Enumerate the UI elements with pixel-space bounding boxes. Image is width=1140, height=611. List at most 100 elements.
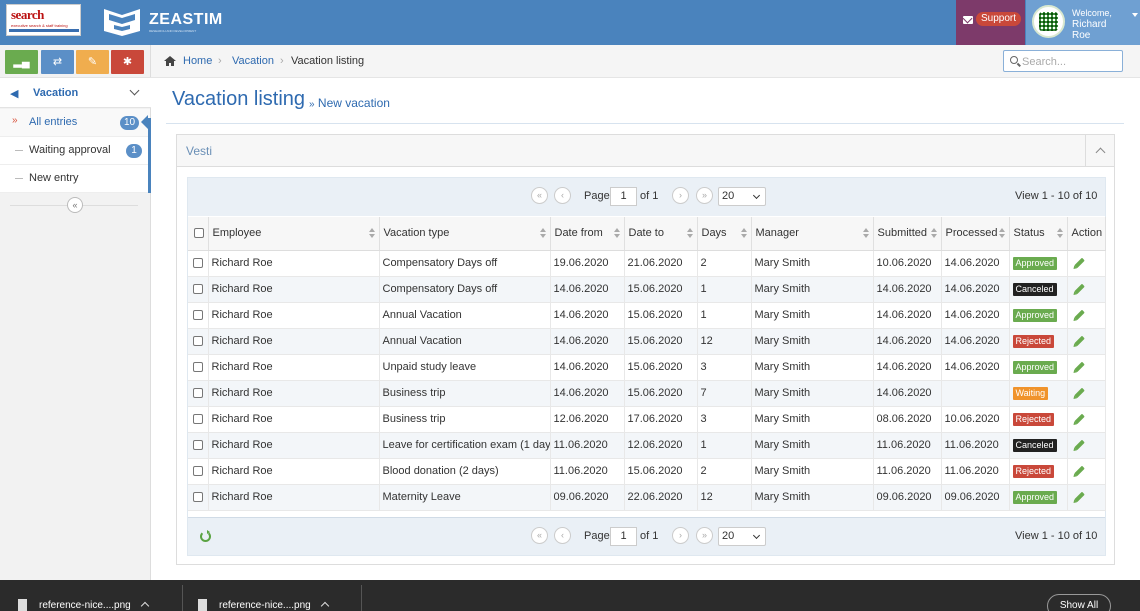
- sidebar-collapse-button[interactable]: «: [67, 197, 83, 213]
- date-to-cell: 21.06.2020: [624, 250, 698, 277]
- vacation-type-cell: Annual Vacation: [379, 302, 551, 329]
- table-row[interactable]: Richard Roe Compensatory Days off 19.06.20…: [188, 250, 1106, 277]
- shortcut-button-stats[interactable]: ▂▄: [5, 50, 38, 74]
- records-summary: View 1 - 10 of 10: [1015, 190, 1098, 202]
- chevron-up-icon[interactable]: [1085, 135, 1114, 166]
- edit-pencil-icon[interactable]: [1073, 491, 1085, 503]
- row-checkbox[interactable]: [193, 466, 203, 477]
- edit-pencil-icon[interactable]: [1073, 361, 1085, 373]
- page-number-input[interactable]: 1: [610, 527, 637, 546]
- page-size-select[interactable]: 20: [718, 527, 766, 546]
- table-body: Richard Roe Compensatory Days off 19.06.20…: [188, 250, 1106, 511]
- double-angle-right-icon: »: [309, 99, 315, 110]
- vacation-type-cell: Blood donation (2 days): [379, 458, 551, 485]
- show-all-button[interactable]: Show All: [1047, 594, 1111, 611]
- search-input[interactable]: [1022, 54, 1117, 69]
- refresh-icon[interactable]: [200, 530, 211, 542]
- search-field[interactable]: [1003, 50, 1123, 72]
- column-header-manager[interactable]: Manager: [751, 217, 874, 251]
- column-header-status[interactable]: Status: [1009, 217, 1068, 251]
- row-checkbox[interactable]: [193, 440, 203, 451]
- first-page-button[interactable]: «: [531, 527, 548, 544]
- edit-pencil-icon[interactable]: [1073, 439, 1085, 451]
- shortcut-button-transfer[interactable]: ⇄: [41, 50, 74, 74]
- shortcut-button-settings[interactable]: ✱: [111, 50, 144, 74]
- row-checkbox[interactable]: [193, 362, 203, 373]
- table-row[interactable]: Richard Roe Annual Vacation 14.06.2020 15.0…: [188, 328, 1106, 355]
- page-number-input[interactable]: 1: [610, 187, 637, 206]
- column-header-date-from[interactable]: Date from: [550, 217, 625, 251]
- next-page-button[interactable]: ›: [672, 527, 689, 544]
- edit-pencil-icon[interactable]: [1073, 387, 1085, 399]
- table-row[interactable]: Richard Roe Annual Vacation 14.06.2020 15.0…: [188, 302, 1106, 329]
- table-row[interactable]: Richard Roe Maternity Leave 09.06.2020 22.0…: [188, 484, 1106, 511]
- page-size-select[interactable]: 20: [718, 187, 766, 206]
- sidebar-item-label: New entry: [29, 172, 79, 184]
- table-row[interactable]: Richard Roe Leave for certification exam …: [188, 432, 1106, 459]
- welcome-label: Welcome,: [1072, 8, 1112, 18]
- table-row[interactable]: Richard Roe Unpaid study leave 14.06.2020 1…: [188, 354, 1106, 381]
- edit-pencil-icon[interactable]: [1073, 257, 1085, 269]
- table-row[interactable]: Richard Roe Compensatory Days off 14.06.20…: [188, 276, 1106, 303]
- support-button[interactable]: Support: [956, 0, 1025, 45]
- table-row[interactable]: Richard Roe Business trip 12.06.2020 17.06.…: [188, 406, 1106, 433]
- sidebar-item-all-entries[interactable]: » All entries 10: [0, 109, 150, 137]
- search-logo[interactable]: search executive search & staff training: [6, 4, 81, 36]
- chevron-up-icon[interactable]: [320, 601, 330, 611]
- sidebar-item-label: Waiting approval: [29, 144, 111, 156]
- sidebar-item-new-entry[interactable]: New entry: [0, 165, 150, 193]
- shortcut-button-edit[interactable]: ✎: [76, 50, 109, 74]
- breadcrumb-vacation-link[interactable]: Vacation: [232, 55, 274, 67]
- status-cell: Approved: [1009, 302, 1068, 329]
- edit-pencil-icon[interactable]: [1073, 465, 1085, 477]
- edit-pencil-icon[interactable]: [1073, 309, 1085, 321]
- column-header-submitted[interactable]: Submitted: [873, 217, 942, 251]
- column-header-date-to[interactable]: Date to: [624, 217, 698, 251]
- action-cell: [1067, 432, 1106, 459]
- column-header-vacation-type[interactable]: Vacation type: [379, 217, 551, 251]
- first-page-button[interactable]: «: [531, 187, 548, 204]
- status-cell: Approved: [1009, 484, 1068, 511]
- sort-icon: [862, 228, 869, 238]
- download-file-name: reference-nice....png: [39, 600, 131, 611]
- status-badge: Rejected: [1012, 334, 1055, 348]
- date-to-cell: 15.06.2020: [624, 458, 698, 485]
- edit-pencil-icon[interactable]: [1073, 413, 1085, 425]
- divider: [361, 585, 362, 611]
- breadcrumb-home-link[interactable]: Home: [183, 55, 212, 67]
- column-header-employee[interactable]: Employee: [208, 217, 380, 251]
- pencil-icon: ✎: [87, 56, 98, 68]
- chevron-up-icon[interactable]: [140, 601, 150, 611]
- last-page-button[interactable]: »: [696, 187, 713, 204]
- column-header-days[interactable]: Days: [697, 217, 752, 251]
- row-checkbox[interactable]: [193, 258, 203, 269]
- table-row[interactable]: Richard Roe Blood donation (2 days) 11.06.…: [188, 458, 1106, 485]
- user-menu[interactable]: Welcome, Richard Roe: [1026, 0, 1140, 45]
- row-checkbox[interactable]: [193, 336, 203, 347]
- edit-pencil-icon[interactable]: [1073, 335, 1085, 347]
- prev-page-button[interactable]: ‹: [554, 187, 571, 204]
- prev-page-button[interactable]: ‹: [554, 527, 571, 544]
- status-badge: Approved: [1012, 490, 1058, 504]
- row-checkbox[interactable]: [193, 284, 203, 295]
- select-all-checkbox[interactable]: [194, 228, 204, 239]
- row-checkbox[interactable]: [193, 310, 203, 321]
- column-header-processed[interactable]: Processed: [941, 217, 1010, 251]
- edit-pencil-icon[interactable]: [1073, 283, 1085, 295]
- table-row[interactable]: Richard Roe Business trip 14.06.2020 15.06.…: [188, 380, 1106, 407]
- sidebar-menu-vacation[interactable]: ◀ Vacation: [0, 77, 151, 108]
- tree-line: [15, 150, 23, 151]
- row-checkbox[interactable]: [193, 414, 203, 425]
- manager-cell: Mary Smith: [751, 406, 874, 433]
- last-page-button[interactable]: »: [696, 527, 713, 544]
- download-item[interactable]: reference-nice....png: [0, 580, 182, 611]
- row-checkbox[interactable]: [193, 492, 203, 503]
- home-icon[interactable]: [164, 56, 176, 66]
- sidebar-item-waiting-approval[interactable]: Waiting approval 1: [0, 137, 150, 165]
- download-item[interactable]: reference-nice....png: [180, 580, 362, 611]
- new-vacation-link[interactable]: » New vacation: [309, 96, 390, 110]
- employee-cell: Richard Roe: [208, 432, 380, 459]
- vacation-type-cell: Compensatory Days off: [379, 276, 551, 303]
- row-checkbox[interactable]: [193, 388, 203, 399]
- next-page-button[interactable]: ›: [672, 187, 689, 204]
